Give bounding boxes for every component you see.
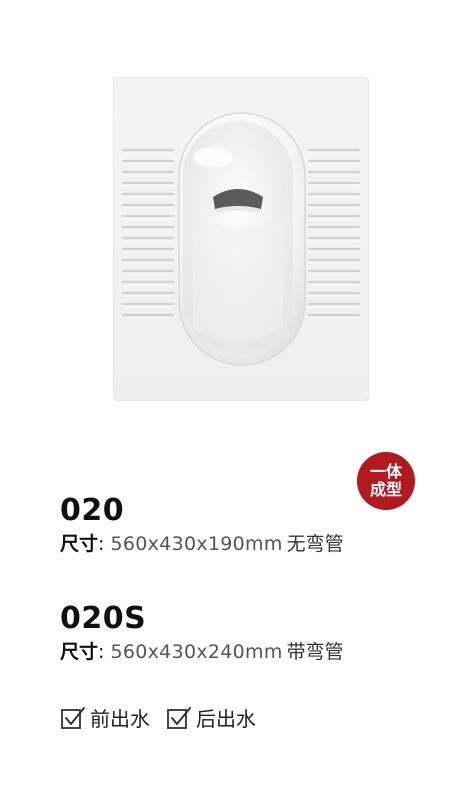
spec-pipe-type: 无弯管 xyxy=(286,533,344,555)
model-spec: 尺寸: 560x430x190mm 无弯管 xyxy=(60,532,344,556)
badge-line-2: 成型 xyxy=(369,480,402,499)
product-image xyxy=(113,77,369,401)
spec-label: 尺寸 xyxy=(60,533,99,555)
model-020: 020 尺寸: 560x430x190mm 无弯管 xyxy=(60,494,344,556)
spec-dimensions: 560x430x240mm xyxy=(110,641,283,663)
integrated-molding-badge: 一体 成型 xyxy=(357,452,415,510)
outlet-options: 前出水 后出水 xyxy=(60,703,256,732)
option-front-outlet[interactable]: 前出水 xyxy=(60,703,150,732)
checkbox-checked-icon xyxy=(166,705,192,731)
squat-toilet-pan-image xyxy=(113,77,369,401)
option-rear-outlet[interactable]: 后出水 xyxy=(166,703,256,732)
spec-colon: : xyxy=(98,533,111,555)
spec-dimensions: 560x430x190mm xyxy=(110,533,283,555)
spec-colon: : xyxy=(98,641,111,663)
model-title: 020 xyxy=(60,493,125,528)
spec-pipe-type: 带弯管 xyxy=(286,641,344,663)
checkbox-checked-icon xyxy=(60,705,86,731)
model-020s: 020S 尺寸: 560x430x240mm 带弯管 xyxy=(60,602,344,664)
model-spec: 尺寸: 560x430x240mm 带弯管 xyxy=(60,640,344,664)
option-label: 前出水 xyxy=(90,707,150,731)
spec-label: 尺寸 xyxy=(60,641,99,663)
model-title: 020S xyxy=(60,601,147,636)
option-label: 后出水 xyxy=(196,707,256,731)
badge-line-1: 一体 xyxy=(369,462,402,481)
